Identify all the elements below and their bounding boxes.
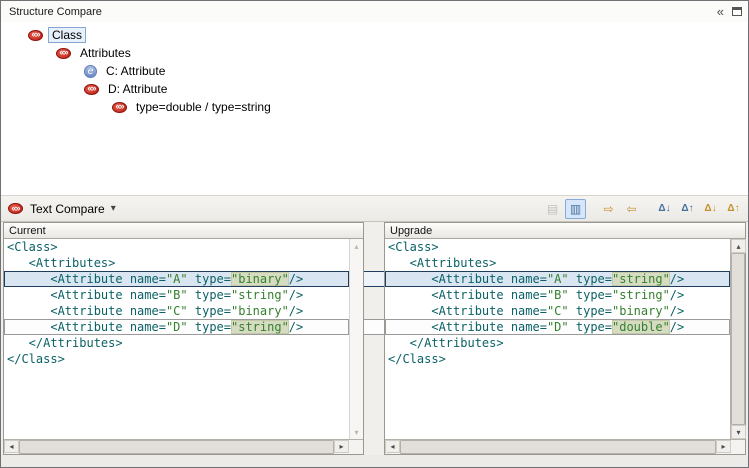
chevron-down-icon[interactable]: ▾ <box>111 203 116 214</box>
next-change-button[interactable]: Δ↓ <box>700 199 721 219</box>
status-strip <box>1 455 748 467</box>
code-line[interactable]: <Attribute name="D" type="double"/> <box>385 319 730 335</box>
code-line[interactable]: <Attribute name="D" type="string"/> <box>4 319 349 335</box>
left-vertical-scrollbar[interactable] <box>349 239 363 439</box>
previous-difference-icon: Δ↑ <box>681 203 693 215</box>
two-way-compare-button[interactable]: ▥ <box>565 199 586 219</box>
scroll-left-icon[interactable] <box>4 440 19 453</box>
vertical-scroll-thumb[interactable] <box>731 253 745 425</box>
copy-right-arrow-icon: ⇨ <box>603 203 613 215</box>
ancestor-pane-icon: ▤ <box>547 203 558 215</box>
structure-compare-title: Structure Compare <box>9 6 717 18</box>
scrollbar-corner <box>349 440 363 454</box>
code-line[interactable]: </Class> <box>4 351 349 367</box>
text-compare-title: Text Compare <box>30 202 105 216</box>
text-compare-header: Text Compare ▾ ▤ ▥ ⇨ ⇦ Δ↓ Δ↑ Δ↓ Δ↑ <box>1 195 748 222</box>
tree-item[interactable]: D: Attribute <box>1 80 748 98</box>
copy-all-left-to-right-button[interactable]: ⇨ <box>598 199 619 219</box>
diff-connector <box>364 319 384 335</box>
scroll-down-icon[interactable] <box>350 425 363 439</box>
change-icon <box>112 102 127 113</box>
text-compare-toolbar: ▤ ▥ ⇨ ⇦ Δ↓ Δ↑ Δ↓ Δ↑ <box>540 199 744 219</box>
selected-diff-connector <box>364 271 384 287</box>
change-icon <box>8 203 23 214</box>
tree-item-label: Attributes <box>76 45 135 61</box>
compare-editor-window: Structure Compare « Class Attributes C: At… <box>0 0 749 468</box>
next-difference-button[interactable]: Δ↓ <box>654 199 675 219</box>
tree-item[interactable]: C: Attribute <box>1 62 748 80</box>
tree-item-label: Class <box>48 27 86 43</box>
left-pane-body: <Class> <Attributes> <Attribute name="A"… <box>4 239 363 439</box>
left-code-editor[interactable]: <Class> <Attributes> <Attribute name="A"… <box>4 239 349 439</box>
left-compare-pane: Current <Class> <Attributes> <Attribute … <box>3 222 364 455</box>
split-pane-icon: ▥ <box>570 203 581 215</box>
left-pane-header: Current <box>4 223 363 239</box>
code-line[interactable]: </Attributes> <box>4 335 349 351</box>
collapse-icon[interactable]: « <box>717 5 724 19</box>
tree-item-label: D: Attribute <box>104 81 171 97</box>
scroll-right-icon[interactable] <box>716 440 731 453</box>
code-line[interactable]: </Attributes> <box>385 335 730 351</box>
code-line[interactable]: <Attribute name="A" type="string"/> <box>385 271 730 287</box>
scroll-up-icon[interactable] <box>350 239 363 253</box>
change-icon <box>28 30 43 41</box>
maximize-button[interactable] <box>732 5 742 19</box>
tree-item[interactable]: type=double / type=string <box>1 98 748 116</box>
change-icon <box>84 84 99 95</box>
tree-item[interactable]: Class <box>1 26 748 44</box>
next-difference-icon: Δ↓ <box>658 203 670 215</box>
horizontal-scroll-thumb[interactable] <box>400 440 716 454</box>
scroll-up-icon[interactable] <box>731 239 746 253</box>
right-pane-body: <Class> <Attributes> <Attribute name="A"… <box>385 239 745 439</box>
structure-compare-header: Structure Compare « <box>1 1 748 22</box>
right-compare-pane: Upgrade <Class> <Attributes> <Attribute … <box>384 222 746 455</box>
copy-all-right-to-left-button[interactable]: ⇦ <box>621 199 642 219</box>
code-line[interactable]: <Attribute name="C" type="binary"/> <box>4 303 349 319</box>
scrollbar-corner <box>731 440 745 454</box>
structure-compare-tree: Class Attributes C: Attribute D: Attribute t… <box>1 22 748 195</box>
next-change-icon: Δ↓ <box>704 203 716 215</box>
code-line[interactable]: <Attributes> <box>4 255 349 271</box>
maximize-icon <box>732 7 742 16</box>
right-horizontal-scrollbar[interactable] <box>385 439 745 454</box>
scroll-left-icon[interactable] <box>385 440 400 453</box>
code-line[interactable]: </Class> <box>385 351 730 367</box>
scroll-right-icon[interactable] <box>334 440 349 453</box>
code-line[interactable]: <Class> <box>4 239 349 255</box>
change-icon <box>56 48 71 59</box>
copy-left-arrow-icon: ⇦ <box>626 203 636 215</box>
previous-change-button[interactable]: Δ↑ <box>723 199 744 219</box>
code-line[interactable]: <Attribute name="B" type="string"/> <box>385 287 730 303</box>
scroll-down-icon[interactable] <box>731 425 746 439</box>
tree-item-label: C: Attribute <box>102 63 169 79</box>
tree-item-label: type=double / type=string <box>132 99 275 115</box>
previous-difference-button[interactable]: Δ↑ <box>677 199 698 219</box>
code-line[interactable]: <Attribute name="C" type="binary"/> <box>385 303 730 319</box>
diff-connector-gutter <box>364 239 384 439</box>
code-line[interactable]: <Attribute name="A" type="binary"/> <box>4 271 349 287</box>
code-line[interactable]: <Attribute name="B" type="string"/> <box>4 287 349 303</box>
previous-change-icon: Δ↑ <box>727 203 739 215</box>
right-code-editor[interactable]: <Class> <Attributes> <Attribute name="A"… <box>385 239 730 439</box>
right-vertical-scrollbar[interactable] <box>730 239 745 439</box>
tree-item[interactable]: Attributes <box>1 44 748 62</box>
left-horizontal-scrollbar[interactable] <box>4 439 363 454</box>
code-line[interactable]: <Class> <box>385 239 730 255</box>
code-line[interactable]: <Attributes> <box>385 255 730 271</box>
horizontal-scroll-thumb[interactable] <box>19 440 334 454</box>
ancestor-pane-button[interactable]: ▤ <box>542 199 563 219</box>
element-e-icon <box>84 65 97 78</box>
structure-compare-actions: « <box>717 5 742 19</box>
right-pane-header: Upgrade <box>385 223 745 239</box>
